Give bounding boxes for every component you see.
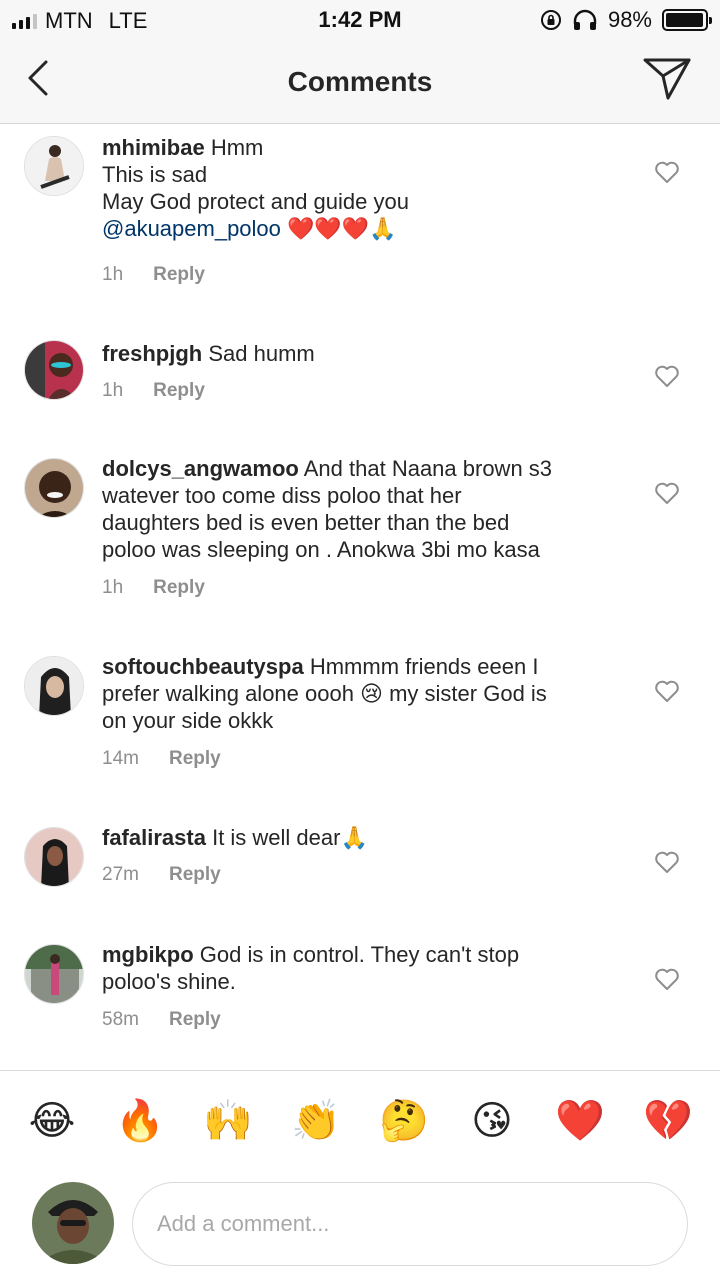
comment-emoji: ❤️❤️❤️🙏 bbox=[287, 216, 397, 241]
avatar[interactable] bbox=[24, 340, 84, 400]
comment-line: This is sad bbox=[102, 162, 208, 187]
comment-line: on your side okkk bbox=[102, 708, 274, 733]
reply-button[interactable]: Reply bbox=[153, 577, 205, 599]
comment-line: May God protect and guide you bbox=[102, 189, 409, 214]
comment-text: mgbikpo God is in control. They can't st… bbox=[102, 941, 622, 995]
reply-button[interactable]: Reply bbox=[169, 1009, 221, 1031]
comment-line: Sad humm bbox=[208, 341, 315, 366]
heart-icon[interactable] bbox=[654, 679, 680, 703]
emoji-bar: 😂 🔥 🙌 👏 🤔 😘 ❤️ 💔 bbox=[0, 1070, 720, 1170]
comment-list[interactable]: mhimibae Hmm This is sad May God protect… bbox=[0, 124, 720, 1070]
heart-icon[interactable] bbox=[654, 160, 680, 184]
comment-text: fafalirasta It is well dear🙏 bbox=[102, 824, 622, 851]
reply-button[interactable]: Reply bbox=[169, 748, 221, 770]
mention-link[interactable]: @akuapem_poloo bbox=[102, 216, 281, 241]
headphones-icon bbox=[573, 9, 597, 30]
comment-text: dolcys_angwamoo And that Naana brown s3 … bbox=[102, 455, 622, 563]
avatar[interactable] bbox=[24, 656, 84, 716]
comment-line: poloo was sleeping on . Anokwa 3bi mo ka… bbox=[102, 537, 540, 562]
comment-line: prefer walking alone oooh 😢 my sister Go… bbox=[102, 681, 547, 706]
emoji-button[interactable]: ❤️ bbox=[550, 1101, 610, 1141]
comment-composer bbox=[0, 1170, 720, 1280]
emoji-button[interactable]: 🔥 bbox=[110, 1101, 170, 1141]
comment-time: 1h bbox=[102, 380, 124, 401]
comment-line: It is well dear🙏 bbox=[212, 825, 368, 850]
avatar[interactable] bbox=[24, 827, 84, 887]
status-bar: MTN LTE 1:42 PM 98% bbox=[0, 0, 720, 40]
comment-time: 1h bbox=[102, 264, 124, 285]
comment-username[interactable]: mgbikpo bbox=[102, 942, 194, 967]
comment-line: poloo's shine. bbox=[102, 969, 236, 994]
comment-time: 58m bbox=[102, 1009, 139, 1030]
comment-meta: 1h Reply bbox=[102, 380, 205, 402]
avatar[interactable] bbox=[24, 136, 84, 196]
battery-percent: 98% bbox=[607, 7, 652, 32]
comment-meta: 27m Reply bbox=[102, 864, 221, 886]
heart-icon[interactable] bbox=[654, 481, 680, 505]
comment-text: mhimibae Hmm This is sad May God protect… bbox=[102, 134, 622, 242]
emoji-button[interactable]: 🙌 bbox=[198, 1101, 258, 1141]
battery-fill bbox=[666, 13, 704, 27]
battery-icon bbox=[662, 9, 712, 31]
comment-username[interactable]: softouchbeautyspa bbox=[102, 654, 304, 679]
comment-time: 14m bbox=[102, 748, 139, 769]
avatar[interactable] bbox=[24, 458, 84, 518]
avatar[interactable] bbox=[24, 944, 84, 1004]
comment-meta: 1h Reply bbox=[102, 264, 205, 286]
emoji-button[interactable]: 🤔 bbox=[374, 1101, 434, 1141]
comment-meta: 1h Reply bbox=[102, 577, 205, 599]
comment-text: freshpjgh Sad humm bbox=[102, 340, 622, 367]
send-icon[interactable] bbox=[642, 56, 692, 102]
emoji-button[interactable]: 😂 bbox=[22, 1101, 82, 1141]
page-title: Comments bbox=[287, 66, 433, 97]
comment-username[interactable]: fafalirasta bbox=[102, 825, 206, 850]
comment-text: softouchbeautyspa Hmmmm friends eeen I p… bbox=[102, 653, 622, 734]
comment-time: 1h bbox=[102, 577, 124, 598]
comment-line: watever too come diss poloo that her bbox=[102, 483, 462, 508]
reply-button[interactable]: Reply bbox=[153, 264, 205, 286]
emoji-button[interactable]: 👏 bbox=[286, 1101, 346, 1141]
comment-line: God is in control. They can't stop bbox=[199, 942, 520, 967]
comment-input[interactable] bbox=[132, 1182, 688, 1266]
comment-meta: 14m Reply bbox=[102, 748, 221, 770]
rotation-lock-icon bbox=[540, 10, 561, 30]
reply-button[interactable]: Reply bbox=[153, 380, 205, 402]
comment-line: Hmm bbox=[210, 135, 264, 160]
comment-username[interactable]: dolcys_angwamoo bbox=[102, 456, 299, 481]
comment-time: 27m bbox=[102, 864, 139, 885]
emoji-button[interactable]: 😘 bbox=[462, 1101, 522, 1141]
emoji-button[interactable]: 💔 bbox=[638, 1101, 698, 1141]
header: Comments bbox=[0, 40, 720, 124]
heart-icon[interactable] bbox=[654, 364, 680, 388]
heart-icon[interactable] bbox=[654, 850, 680, 874]
current-user-avatar bbox=[32, 1182, 114, 1264]
status-right: 98% bbox=[540, 7, 712, 33]
comment-username[interactable]: freshpjgh bbox=[102, 341, 202, 366]
heart-icon[interactable] bbox=[654, 967, 680, 991]
comment-meta: 58m Reply bbox=[102, 1009, 221, 1031]
comment-line: And that Naana brown s3 bbox=[303, 456, 553, 481]
comment-line: daughters bed is even better than the be… bbox=[102, 510, 510, 535]
comment-username[interactable]: mhimibae bbox=[102, 135, 205, 160]
comment-line: Hmmmm friends eeen I bbox=[309, 654, 539, 679]
reply-button[interactable]: Reply bbox=[169, 864, 221, 886]
